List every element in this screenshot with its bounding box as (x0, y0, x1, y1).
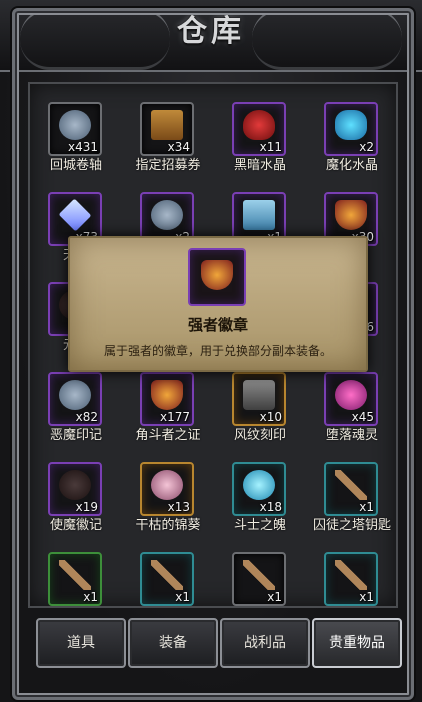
item-slot[interactable]: x10 (232, 372, 286, 426)
item-count: x82 (75, 410, 98, 424)
item-name: 东南大门钥匙 (300, 604, 396, 606)
item-slot[interactable]: x13 (140, 462, 194, 516)
tooltip-item-slot (188, 248, 246, 306)
item-slot[interactable]: x1 (140, 552, 194, 606)
redgem-icon (243, 110, 275, 140)
item-cell[interactable]: x2 魔化水晶 (306, 86, 396, 173)
item-cell[interactable]: x1孤塔钥匙 (30, 536, 122, 606)
item-tooltip: 强者徽章 属于强者的徽章，用于兑换部分副本装备。 (68, 236, 368, 372)
item-count: x10 (259, 410, 282, 424)
item-slot[interactable]: x45 (324, 372, 378, 426)
scroll-icon (59, 380, 91, 410)
scroll-icon (59, 110, 91, 140)
item-count: x2 (359, 140, 374, 154)
item-slot[interactable]: x19 (48, 462, 102, 516)
item-name: 囚徒之塔钥匙 (312, 518, 391, 533)
key-icon (335, 470, 367, 500)
bluegem-icon (335, 110, 367, 140)
item-cell[interactable]: x18 斗士之魄 (214, 446, 306, 533)
item-count: x18 (259, 500, 282, 514)
item-count: x177 (159, 410, 190, 424)
diamond-icon (58, 198, 92, 232)
key-icon (59, 560, 91, 590)
item-cell[interactable]: x19 使魔徽记 (30, 446, 122, 533)
item-name: 使魔徽记 (49, 518, 102, 533)
item-slot[interactable]: x11 (232, 102, 286, 156)
item-count: x1 (359, 500, 374, 514)
key-icon (243, 560, 275, 590)
item-cell[interactable]: x1 囚徒之塔钥匙 (306, 446, 396, 533)
item-name: 角斗者之证 (135, 428, 201, 443)
item-slot[interactable]: x431 (48, 102, 102, 156)
title-bar: 仓库 (0, 0, 422, 72)
item-count: x1 (359, 590, 374, 604)
tab-items[interactable]: 道具 (36, 618, 126, 668)
key-icon (335, 560, 367, 590)
item-cell[interactable]: x11 黑暗水晶 (214, 86, 306, 173)
badge-icon (335, 200, 367, 230)
item-count: x1 (267, 590, 282, 604)
tooltip-item-description: 属于强者的徽章，用于兑换部分副本装备。 (103, 344, 332, 358)
item-slot[interactable]: x1 (232, 552, 286, 606)
item-slot[interactable]: x1 (324, 552, 378, 606)
item-slot[interactable]: x18 (232, 462, 286, 516)
item-cell[interactable]: x431 回城卷轴 (30, 86, 122, 173)
item-count: x13 (167, 500, 190, 514)
tab-loot[interactable]: 战利品 (220, 618, 310, 668)
item-count: x34 (167, 140, 190, 154)
crystal-icon (243, 200, 275, 230)
item-name: 黑暗水晶 (233, 158, 286, 173)
item-cell[interactable]: x13 干枯的锦葵 (122, 446, 214, 533)
item-cell[interactable]: x1地下水道钥匙 (122, 536, 214, 606)
item-count: x1 (175, 590, 190, 604)
soul-icon (243, 470, 275, 500)
item-name: 宝库钥匙 (208, 604, 312, 606)
item-cell[interactable]: x1东南大门钥匙 (306, 536, 396, 606)
item-name: 恶魔印记 (49, 428, 102, 443)
item-name: 魔化水晶 (325, 158, 378, 173)
item-name: 堕落魂灵 (325, 428, 378, 443)
item-slot[interactable]: x2 (324, 102, 378, 156)
item-name: 回城卷轴 (49, 158, 102, 173)
dark-icon (59, 470, 91, 500)
item-cell[interactable]: x1宝库钥匙 (214, 536, 306, 606)
item-name: 地下水道钥匙 (116, 604, 220, 606)
badge-icon (201, 260, 233, 290)
tooltip-item-name: 强者徽章 (187, 316, 248, 334)
flame-icon (335, 380, 367, 410)
item-name: 风纹刻印 (233, 428, 286, 443)
flower-icon (151, 470, 183, 500)
stone-icon (243, 380, 275, 410)
item-count: x19 (75, 500, 98, 514)
badge-icon (151, 380, 183, 410)
item-name: 干枯的锦葵 (135, 518, 201, 533)
item-name: 斗士之魄 (233, 518, 286, 533)
key-icon (151, 560, 183, 590)
item-slot[interactable]: x34 (140, 102, 194, 156)
tab-valuables[interactable]: 贵重物品 (312, 618, 402, 668)
item-name: 指定招募券 (135, 158, 201, 173)
scroll-icon (151, 200, 183, 230)
item-slot[interactable]: x82 (48, 372, 102, 426)
item-count: x45 (351, 410, 374, 424)
tab-equipment[interactable]: 装备 (128, 618, 218, 668)
item-slot[interactable]: x1 (324, 462, 378, 516)
page-title: 仓库 (177, 14, 245, 49)
item-name: 孤塔钥匙 (30, 604, 128, 606)
item-count: x1 (83, 590, 98, 604)
item-slot[interactable]: x177 (140, 372, 194, 426)
item-count: x11 (259, 140, 282, 154)
letter-icon (151, 110, 183, 140)
item-slot[interactable]: x1 (48, 552, 102, 606)
item-count: x431 (67, 140, 98, 154)
item-cell[interactable]: x34 指定招募券 (122, 86, 214, 173)
